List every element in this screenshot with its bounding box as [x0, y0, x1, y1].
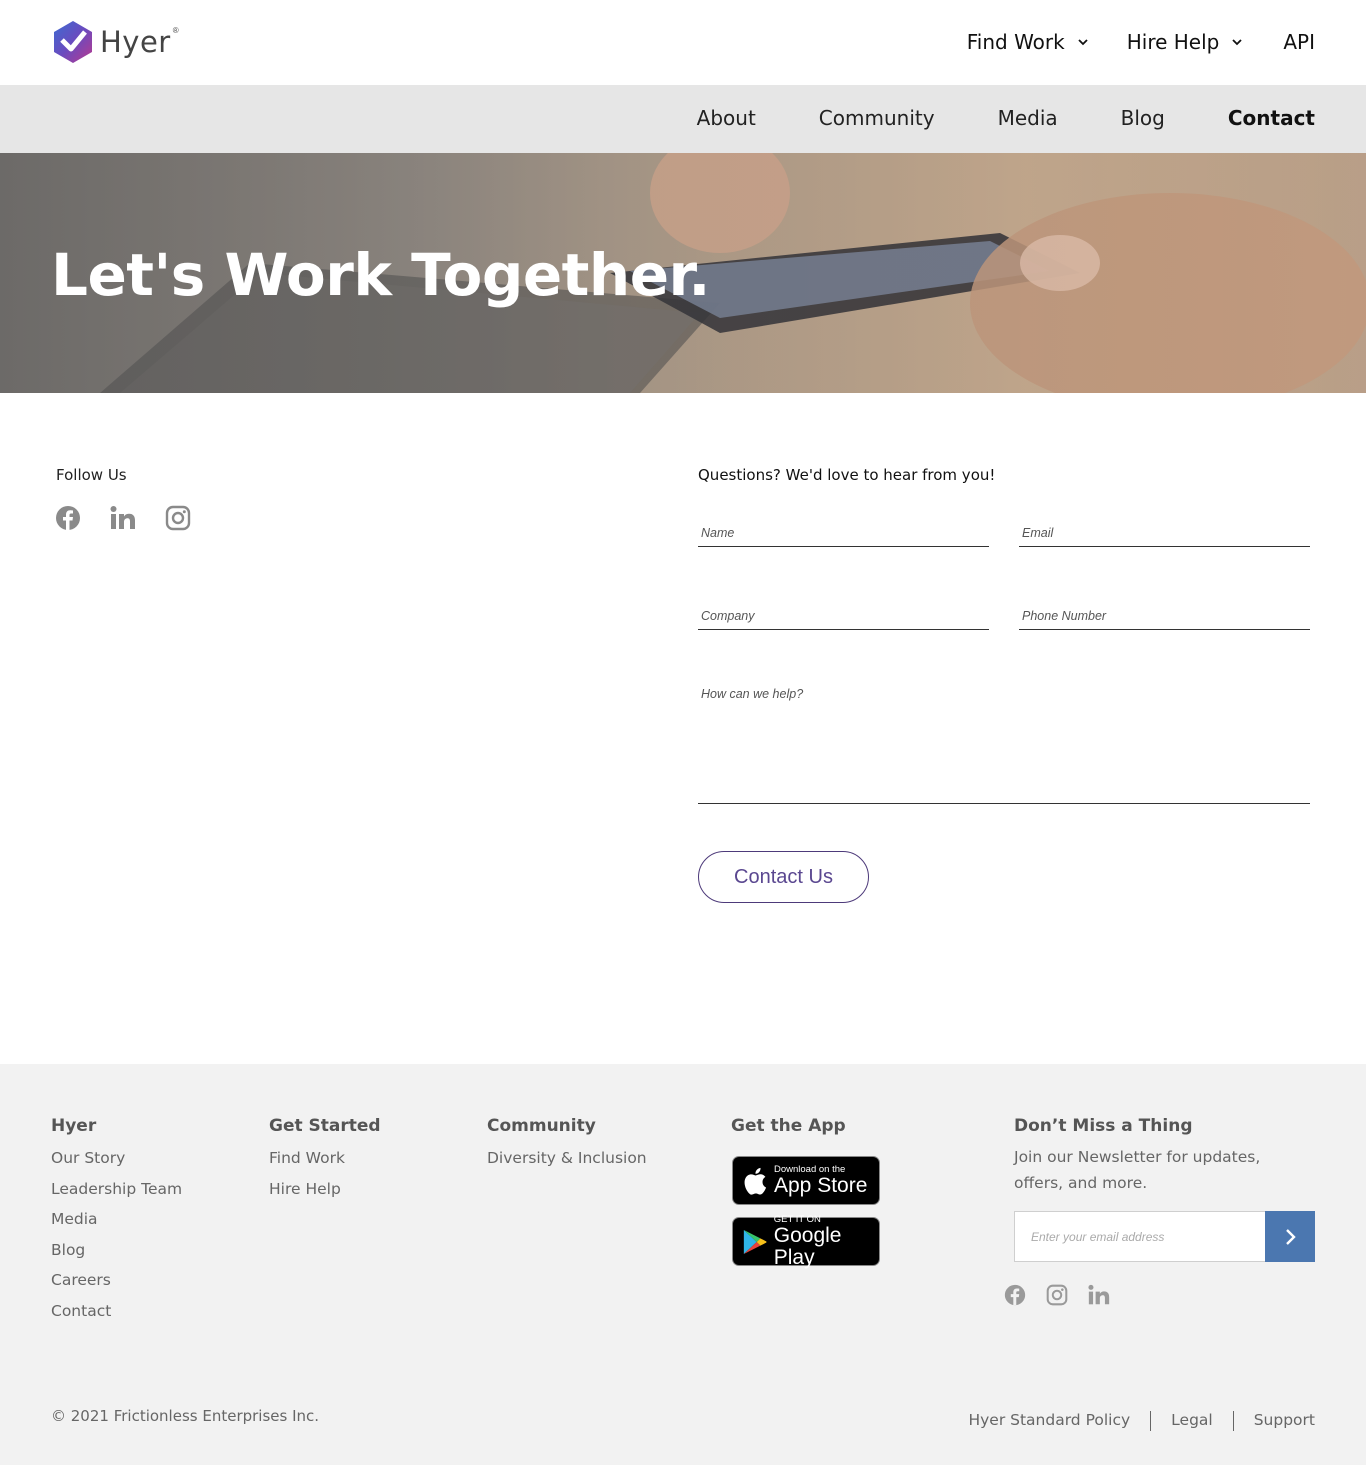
- phone-field: [1019, 594, 1310, 630]
- link-support[interactable]: Support: [1254, 1411, 1315, 1431]
- footer-heading-newsletter: Don’t Miss a Thing: [1014, 1116, 1193, 1136]
- footer: Hyer Our Story Leadership Team Media Blo…: [0, 1064, 1366, 1465]
- hero-title: Let's Work Together.: [51, 241, 710, 309]
- subnav-about[interactable]: About: [697, 106, 756, 130]
- footer-heading-get-started: Get Started: [269, 1116, 381, 1136]
- company-input[interactable]: [698, 594, 989, 629]
- footer-col-get-started: Get Started Find Work Hire Help: [269, 1116, 381, 1209]
- footer-link-careers[interactable]: Careers: [51, 1270, 182, 1301]
- hyer-logo-icon: [54, 21, 92, 63]
- email-field: [1019, 511, 1310, 547]
- follow-social-icons: [55, 505, 220, 531]
- legal-links: Hyer Standard Policy Legal Support: [968, 1411, 1315, 1431]
- google-play-small-text: GET IT ON: [773, 1213, 821, 1225]
- top-nav: Find Work Hire Help API: [967, 30, 1315, 54]
- link-legal[interactable]: Legal: [1171, 1411, 1213, 1431]
- google-play-icon: [743, 1229, 767, 1254]
- app-store-badge[interactable]: Download on the App Store: [732, 1156, 880, 1205]
- contact-us-button[interactable]: Contact Us: [698, 851, 869, 903]
- chevron-right-icon: [1286, 1228, 1296, 1245]
- footer-link-blog[interactable]: Blog: [51, 1240, 182, 1271]
- company-field: [698, 594, 989, 630]
- email-input[interactable]: [1019, 511, 1310, 546]
- instagram-icon[interactable]: [165, 505, 191, 531]
- name-input[interactable]: [698, 511, 989, 546]
- newsletter-email-input[interactable]: [1014, 1211, 1265, 1262]
- app-store-small-text: Download on the: [774, 1163, 846, 1175]
- divider: [1150, 1411, 1152, 1431]
- nav-api[interactable]: API: [1283, 30, 1315, 54]
- instagram-icon[interactable]: [1046, 1284, 1068, 1306]
- nav-find-work-label: Find Work: [966, 30, 1065, 54]
- facebook-icon[interactable]: [55, 505, 81, 531]
- footer-col-newsletter: Don’t Miss a Thing Join our Newsletter f…: [1014, 1116, 1274, 1196]
- brand-registered-mark: ®: [172, 25, 179, 35]
- form-heading: Questions? We'd love to hear from you!: [698, 466, 996, 484]
- footer-col-hyer: Hyer Our Story Leadership Team Media Blo…: [51, 1116, 182, 1332]
- linkedin-icon[interactable]: [110, 505, 136, 531]
- footer-link-diversity-inclusion[interactable]: Diversity & Inclusion: [487, 1148, 647, 1179]
- footer-social-icons: [1004, 1284, 1130, 1306]
- follow-us-label: Follow Us: [56, 466, 127, 484]
- footer-link-leadership-team[interactable]: Leadership Team: [51, 1179, 182, 1210]
- subnav-contact[interactable]: Contact: [1228, 106, 1315, 130]
- newsletter-submit-button[interactable]: [1265, 1211, 1315, 1262]
- google-play-badge[interactable]: GET IT ON Google Play: [732, 1213, 880, 1269]
- hero-banner: Let's Work Together.: [0, 153, 1366, 393]
- subnav-blog[interactable]: Blog: [1121, 106, 1165, 130]
- nav-hire-help[interactable]: Hire Help: [1127, 30, 1244, 54]
- nav-hire-help-label: Hire Help: [1126, 30, 1220, 54]
- footer-col-community: Community Diversity & Inclusion: [487, 1116, 647, 1179]
- footer-link-contact[interactable]: Contact: [51, 1301, 182, 1332]
- footer-heading-hyer: Hyer: [51, 1116, 97, 1136]
- footer-col-get-app: Get the App: [731, 1116, 846, 1148]
- newsletter-text: Join our Newsletter for updates, offers,…: [1014, 1148, 1261, 1192]
- secondary-nav: About Community Media Blog Contact: [0, 85, 1366, 153]
- facebook-icon[interactable]: [1004, 1284, 1026, 1306]
- footer-link-our-story[interactable]: Our Story: [51, 1148, 182, 1179]
- nav-find-work[interactable]: Find Work: [967, 30, 1089, 54]
- footer-link-media[interactable]: Media: [51, 1209, 182, 1240]
- phone-input[interactable]: [1019, 594, 1310, 629]
- subnav-community[interactable]: Community: [819, 106, 935, 130]
- footer-heading-community: Community: [487, 1116, 596, 1136]
- footer-link-hire-help[interactable]: Hire Help: [269, 1179, 381, 1210]
- footer-link-find-work[interactable]: Find Work: [269, 1148, 381, 1179]
- subnav-media[interactable]: Media: [998, 106, 1058, 130]
- copyright-text: © 2021 Frictionless Enterprises Inc.: [51, 1407, 320, 1425]
- footer-heading-get-app: Get the App: [731, 1116, 846, 1136]
- brand-logo[interactable]: Hyer ®: [52, 20, 179, 64]
- chevron-down-icon: [1232, 39, 1242, 46]
- name-field: [698, 511, 989, 547]
- link-standard-policy[interactable]: Hyer Standard Policy: [968, 1411, 1130, 1431]
- apple-icon: [744, 1167, 767, 1195]
- divider: [1232, 1411, 1234, 1431]
- newsletter-form: [1014, 1211, 1315, 1262]
- linkedin-icon[interactable]: [1088, 1284, 1110, 1306]
- google-play-big-text: Google Play: [773, 1223, 842, 1269]
- brand-name: Hyer: [100, 25, 171, 59]
- message-field: [698, 673, 1310, 804]
- nav-api-label: API: [1283, 30, 1315, 54]
- top-header: Hyer ® Find Work Hire Help API: [0, 0, 1366, 85]
- message-textarea[interactable]: [698, 673, 1310, 803]
- app-store-big-text: App Store: [774, 1173, 868, 1197]
- chevron-down-icon: [1078, 39, 1088, 46]
